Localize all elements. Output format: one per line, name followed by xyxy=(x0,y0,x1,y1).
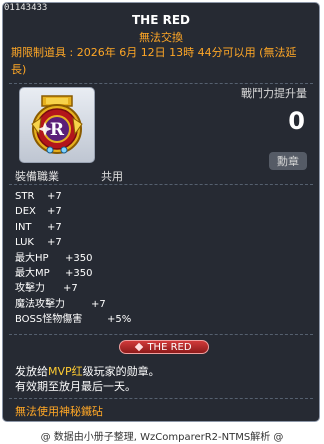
trade-restriction: 無法交換 xyxy=(139,31,183,44)
stat-name: LUK xyxy=(15,237,34,249)
stat-value: +7 xyxy=(47,206,62,218)
stat-name: DEX xyxy=(15,206,36,218)
stat-value: +7 xyxy=(47,221,62,233)
description-text: 发放给 xyxy=(15,365,48,378)
anvil-restriction: 無法使用神秘鐵砧 xyxy=(15,405,103,418)
stat-name: INT xyxy=(15,221,32,233)
description-line-2: 有效期至放月最后一天。 xyxy=(15,380,136,393)
stat-value: +350 xyxy=(65,252,93,264)
footer-credit: @ 数据由小册子整理, WzComparerR2-NTMS解析 @ xyxy=(40,432,284,443)
stat-name: 最大HP xyxy=(15,252,49,264)
item-id: 01143433 xyxy=(4,3,48,13)
combat-power-value: 0 xyxy=(288,107,305,135)
red-medal-icon: R xyxy=(31,95,83,154)
description-text: 级玩家的勋章。 xyxy=(82,365,160,378)
item-name: THE RED xyxy=(131,13,190,27)
stat-value: +7 xyxy=(47,191,62,202)
stat-name: 最大MP xyxy=(15,267,50,279)
badge-label: THE RED xyxy=(147,341,192,353)
divider xyxy=(9,83,313,84)
combat-power-label: 戰鬥力提升量 xyxy=(241,87,307,100)
description-highlight: MVP红 xyxy=(48,365,83,378)
stat-value: +7 xyxy=(47,237,62,249)
expiry-prefix: 期限制道具 : xyxy=(11,46,74,59)
svg-text:R: R xyxy=(50,120,65,140)
badge-diamond-icon xyxy=(135,342,144,352)
stat-name: 魔法攻擊力 xyxy=(15,298,65,310)
divider xyxy=(9,334,313,335)
stat-value: +5% xyxy=(107,314,132,326)
job-label: 裝備職業 xyxy=(15,170,59,183)
item-description: 发放给MVP红级玩家的勋章。 有效期至放月最后一天。 xyxy=(15,364,160,394)
category-tag: 勳章 xyxy=(269,152,307,170)
stat-name: 攻擊力 xyxy=(15,283,45,295)
stat-value: +7 xyxy=(63,283,78,295)
stat-value: +350 xyxy=(65,267,93,279)
stat-name: STR xyxy=(15,191,35,202)
stat-value: +7 xyxy=(91,298,106,310)
description-line-1: 发放给MVP红级玩家的勋章。 xyxy=(15,364,160,379)
item-icon-frame: R xyxy=(19,87,95,163)
item-tooltip: 01143433 THE RED 無法交換 期限制道具 : 2026年 6月 1… xyxy=(2,2,320,422)
divider xyxy=(9,184,313,185)
divider xyxy=(9,398,313,399)
expiry-notice: 期限制道具 : 2026年 6月 12日 13時 44分可以用 (無法延長) xyxy=(11,44,311,78)
stat-name: BOSS怪物傷害 xyxy=(15,314,83,326)
job-value: 共用 xyxy=(101,170,123,183)
set-badge: THE RED xyxy=(119,340,209,354)
